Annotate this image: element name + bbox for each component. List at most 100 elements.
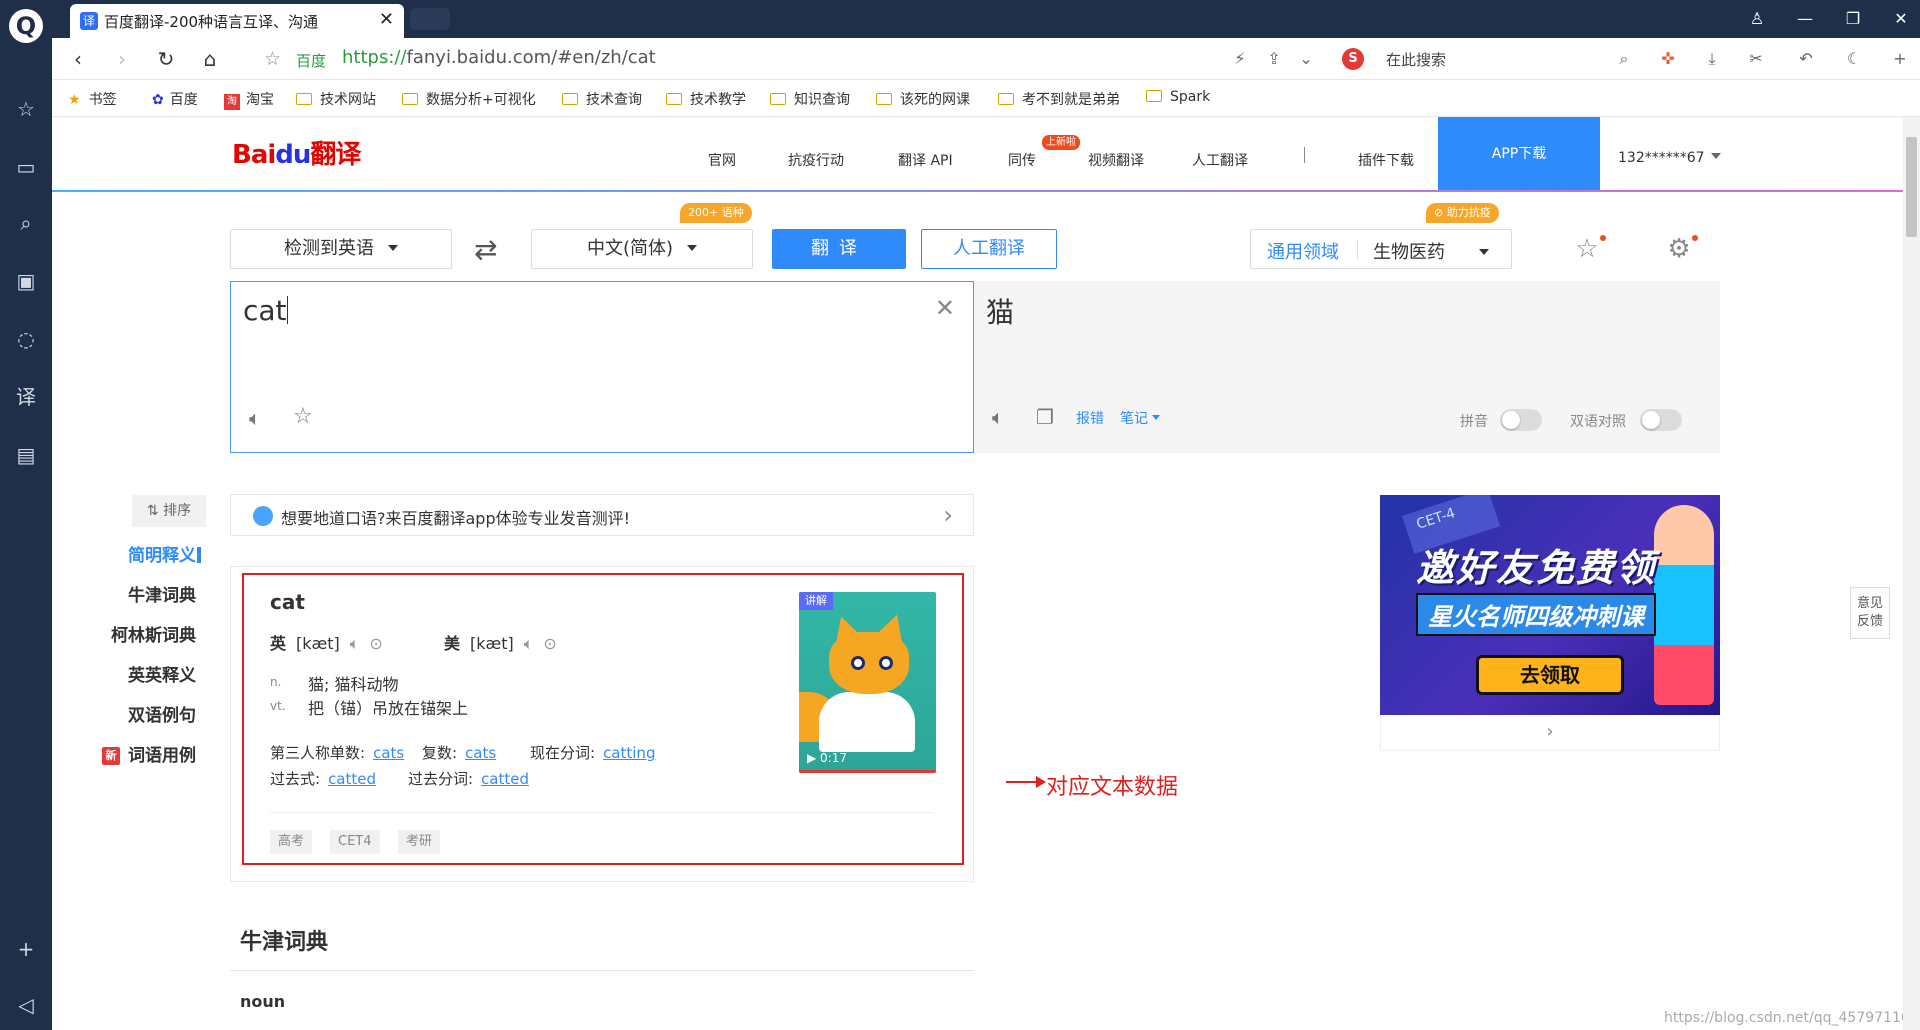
tab-close-icon[interactable]: ✕ <box>379 9 394 30</box>
human-translate-button[interactable]: 人工翻译 <box>921 229 1057 269</box>
uk-speaker-icon[interactable]: 🔈︎ <box>350 634 360 653</box>
collect-star-icon[interactable]: ☆ <box>293 404 313 429</box>
download-icon[interactable]: ⤓ <box>1700 48 1724 70</box>
us-speaker-icon[interactable]: 🔈︎ <box>524 634 534 653</box>
domain-select[interactable]: 通用领域 生物医药 <box>1250 229 1512 269</box>
exam-tag[interactable]: 高考 <box>270 830 313 854</box>
url-input[interactable]: https://fanyi.baidu.com/#en/zh/cat <box>342 47 656 68</box>
lightning-icon[interactable]: ⚡ <box>1228 48 1252 70</box>
explanation-video[interactable]: 讲解 ▶ 0:17 <box>799 592 936 773</box>
app-download-button[interactable]: APP下载 <box>1438 117 1600 191</box>
bookmark-folder[interactable]: 技术教学 <box>666 89 746 109</box>
sogou-search-icon[interactable]: S <box>1342 48 1364 70</box>
side-nav-oxford[interactable]: 牛津词典 <box>76 581 196 606</box>
report-error-link[interactable]: 报错 <box>1076 408 1104 428</box>
sort-button[interactable]: ⇅ 排序 <box>132 495 206 527</box>
side-nav-collins[interactable]: 柯林斯词典 <box>76 621 196 646</box>
search-icon[interactable]: ⌕ <box>13 210 39 236</box>
skin-icon[interactable]: ♙ <box>1742 6 1772 32</box>
collapse-icon[interactable]: ◁ <box>13 992 39 1018</box>
source-text-area[interactable]: cat ✕ 🔈︎ ☆ <box>230 281 974 453</box>
home-icon[interactable]: ⌂ <box>196 46 224 72</box>
bookmark-folder[interactable]: 技术网站 <box>296 89 376 109</box>
side-nav-usage[interactable]: 新词语用例 <box>76 741 196 766</box>
nav-simultaneous[interactable]: 同传 <box>1008 150 1036 170</box>
word-form-link[interactable]: cats <box>465 744 496 762</box>
baidu-translate-logo[interactable]: Baidu翻译 <box>232 134 361 171</box>
side-nav-concise[interactable]: 简明释义 <box>76 541 196 566</box>
nav-human-translate[interactable]: 人工翻译 <box>1192 150 1248 170</box>
exam-tag[interactable]: CET4 <box>330 830 380 854</box>
close-window-icon[interactable]: ✕ <box>1886 6 1916 32</box>
bookmark-folder[interactable]: 知识查询 <box>770 89 850 109</box>
notes-dropdown[interactable]: 笔记 <box>1120 408 1160 428</box>
video-icon[interactable]: ▣ <box>13 268 39 294</box>
source-text[interactable]: cat <box>243 294 288 327</box>
bookmark-folder[interactable]: 该死的网课 <box>876 89 970 109</box>
bilingual-toggle[interactable] <box>1640 409 1682 431</box>
chevron-down-icon[interactable]: ⌄ <box>1294 48 1318 70</box>
uk-play-icon[interactable]: ⊙ <box>369 634 382 653</box>
new-tab-plus-icon[interactable]: + <box>1888 48 1912 70</box>
reader-icon[interactable]: ▭ <box>13 154 39 180</box>
domain-general[interactable]: 通用领域 <box>1267 238 1339 264</box>
bookmark-item[interactable]: 淘淘宝 <box>224 89 274 110</box>
word-form-link[interactable]: catted <box>481 770 529 788</box>
night-mode-icon[interactable]: ☾ <box>1842 48 1866 70</box>
promo-banner[interactable]: 想要地道口语?来百度翻译app体验专业发音测评! › <box>230 494 974 536</box>
nav-anti-epidemic[interactable]: 抗疫行动 <box>788 150 844 170</box>
source-language-select[interactable]: 检测到英语 <box>230 229 452 269</box>
tab-baidu-translate[interactable]: 译 百度翻译-200种语言互译、沟通 ✕ <box>70 4 404 38</box>
favorites-icon[interactable]: ☆ <box>13 96 39 122</box>
scissors-icon[interactable]: ✂ <box>1744 48 1768 70</box>
nav-translate-api[interactable]: 翻译 API <box>898 150 953 170</box>
search-input[interactable]: 在此搜索 <box>1386 49 1446 70</box>
pinyin-toggle[interactable] <box>1500 409 1542 431</box>
domain-selected[interactable]: 生物医药 <box>1373 238 1489 264</box>
bookmark-star-icon[interactable]: ☆ <box>264 48 281 70</box>
copy-icon[interactable]: ❐ <box>1036 405 1054 429</box>
new-tab-button[interactable] <box>410 8 450 30</box>
game-icon[interactable]: ✜ <box>1656 48 1680 70</box>
exam-tag[interactable]: 考研 <box>398 830 441 854</box>
bookmark-item[interactable]: ✿ 百度 <box>152 89 198 109</box>
share-icon[interactable]: ⇪ <box>1262 48 1286 70</box>
restore-icon[interactable]: ❐ <box>1838 6 1868 32</box>
target-language-select[interactable]: 中文(简体) <box>531 229 753 269</box>
minimize-icon[interactable]: — <box>1790 6 1820 32</box>
bookmark-folder[interactable]: 技术查询 <box>562 89 642 109</box>
reload-icon[interactable]: ↻ <box>152 46 180 72</box>
ad-next-icon[interactable]: › <box>1380 715 1720 751</box>
chat-icon[interactable]: ◌ <box>13 326 39 352</box>
search-magnifier-icon[interactable]: ⌕ <box>1612 48 1636 70</box>
scrollbar-thumb[interactable] <box>1906 137 1917 237</box>
translate-icon[interactable]: 译 <box>13 384 39 410</box>
settings-gear-icon[interactable]: ⚙ <box>1662 233 1696 265</box>
back-icon[interactable]: ‹ <box>64 46 92 72</box>
nav-plugin-download[interactable]: 插件下载 <box>1358 150 1414 170</box>
side-nav-en-en[interactable]: 英英释义 <box>76 661 196 686</box>
side-nav-examples[interactable]: 双语例句 <box>76 701 196 726</box>
translate-button[interactable]: 翻译 <box>772 229 906 269</box>
nav-video-translate[interactable]: 视频翻译 <box>1088 150 1144 170</box>
bookmark-item[interactable]: ★ 书签 <box>68 89 117 109</box>
favorites-folder-icon[interactable]: ☆ <box>1570 233 1604 265</box>
ad-claim-button[interactable]: 去领取 <box>1476 655 1624 695</box>
swap-languages-icon[interactable]: ⇄ <box>474 233 497 266</box>
bookmark-folder[interactable]: 考不到就是弟弟 <box>998 89 1120 109</box>
ad-banner[interactable]: CET-4 邀好友免费领 星火名师四级冲刺课 去领取 <box>1380 495 1720 715</box>
briefcase-icon[interactable]: ▤ <box>13 442 39 468</box>
feedback-button[interactable]: 意见 反馈 <box>1850 587 1890 639</box>
us-play-icon[interactable]: ⊙ <box>543 634 556 653</box>
output-speaker-icon[interactable]: 🔈︎ <box>992 405 1004 429</box>
nav-official-site[interactable]: 官网 <box>708 150 736 170</box>
word-form-link[interactable]: catting <box>603 744 655 762</box>
browser-logo-icon[interactable]: Q <box>9 9 43 43</box>
add-icon[interactable]: + <box>13 936 39 962</box>
speaker-icon[interactable]: 🔈︎ <box>249 406 261 430</box>
forward-icon[interactable]: › <box>108 46 136 72</box>
word-form-link[interactable]: catted <box>328 770 376 788</box>
user-menu[interactable]: 132******67 <box>1618 150 1721 166</box>
clear-input-icon[interactable]: ✕ <box>935 294 955 322</box>
page-scrollbar[interactable] <box>1903 117 1920 1030</box>
